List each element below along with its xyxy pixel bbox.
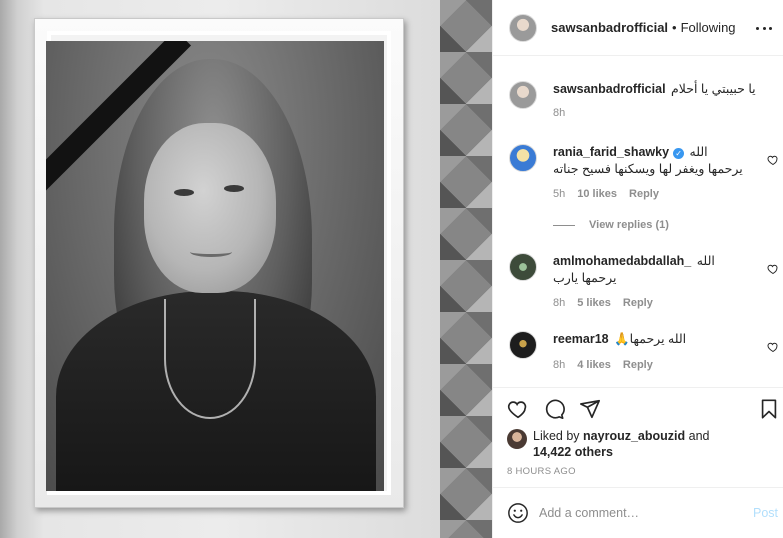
following-button[interactable]: Following xyxy=(681,20,736,35)
add-comment-bar: Add a comment… Post xyxy=(493,487,783,538)
action-icons xyxy=(507,398,601,420)
comment-input[interactable]: Add a comment… xyxy=(539,506,753,520)
likes-summary: Liked by nayrouz_abouzid and 14,422 othe… xyxy=(507,428,767,460)
comment-author[interactable]: rania_farid_shawky xyxy=(553,145,669,159)
reply-button[interactable]: Reply xyxy=(629,188,659,200)
portrait-photo xyxy=(46,41,384,491)
comment-author[interactable]: reemar18 xyxy=(553,332,609,346)
caption-avatar[interactable] xyxy=(509,81,537,109)
likes-others-link[interactable]: 14,422 others xyxy=(533,445,613,459)
view-replies-button[interactable]: View replies (1) xyxy=(553,219,669,231)
comment-time[interactable]: 8h xyxy=(553,297,565,309)
tile-background xyxy=(440,0,492,538)
emoji-icon[interactable] xyxy=(507,502,529,524)
caption-text: يا حبيبتي يا أحلام xyxy=(671,82,756,96)
comment-icon[interactable] xyxy=(543,398,565,420)
more-icon[interactable] xyxy=(754,18,774,38)
comment-time[interactable]: 5h xyxy=(553,188,565,200)
comments-section: sawsanbadrofficial يا حبيبتي يا أحلام 8h… xyxy=(493,57,783,387)
post-timestamp[interactable]: 8 HOURS AGO xyxy=(507,466,576,477)
comment-avatar[interactable] xyxy=(509,144,537,172)
comment-author[interactable]: amlmohamedabdallah_ xyxy=(553,254,691,268)
post-button[interactable]: Post xyxy=(753,506,778,520)
header-username[interactable]: sawsanbadrofficial xyxy=(551,20,668,35)
portrait-eye-right xyxy=(224,185,244,192)
heart-icon[interactable] xyxy=(767,154,779,166)
bookmark-icon[interactable] xyxy=(758,398,780,420)
comment-text: الله يرحمها🙏 xyxy=(614,332,687,346)
caption-author[interactable]: sawsanbadrofficial xyxy=(553,82,666,96)
reply-button[interactable]: Reply xyxy=(623,359,653,371)
likes-user-link[interactable]: nayrouz_abouzid xyxy=(583,429,685,443)
comment-likes[interactable]: 10 likes xyxy=(577,188,617,200)
post-panel: sawsanbadrofficial • Following sawsanbad… xyxy=(492,0,783,538)
portrait-necklace xyxy=(164,299,256,419)
divider xyxy=(553,224,575,226)
comment-likes[interactable]: 4 likes xyxy=(577,359,611,371)
portrait-face xyxy=(144,123,276,293)
post-header: sawsanbadrofficial • Following xyxy=(493,0,783,56)
likes-connector: and xyxy=(688,429,710,443)
comment-likes[interactable]: 5 likes xyxy=(577,297,611,309)
heart-icon[interactable] xyxy=(767,341,779,353)
post-image[interactable] xyxy=(0,0,492,538)
reply-button[interactable]: Reply xyxy=(623,297,653,309)
comment-avatar[interactable] xyxy=(509,331,537,359)
view-replies-label: View replies (1) xyxy=(589,219,669,231)
share-icon[interactable] xyxy=(579,398,601,420)
portrait-mouth xyxy=(190,247,232,257)
heart-icon[interactable] xyxy=(507,398,529,420)
caption-time[interactable]: 8h xyxy=(553,107,565,119)
comment-time[interactable]: 8h xyxy=(553,359,565,371)
avatar[interactable] xyxy=(509,13,537,42)
comment-avatar[interactable] xyxy=(509,253,537,281)
picture-frame xyxy=(34,18,404,508)
verified-badge-icon: ✓ xyxy=(673,148,685,159)
avatar[interactable] xyxy=(507,429,527,449)
likes-prefix: Liked by xyxy=(533,429,580,443)
post-actions: Liked by nayrouz_abouzid and 14,422 othe… xyxy=(493,387,783,487)
heart-icon[interactable] xyxy=(767,263,779,275)
portrait-eye-left xyxy=(174,189,194,196)
header-separator: • xyxy=(672,20,677,35)
